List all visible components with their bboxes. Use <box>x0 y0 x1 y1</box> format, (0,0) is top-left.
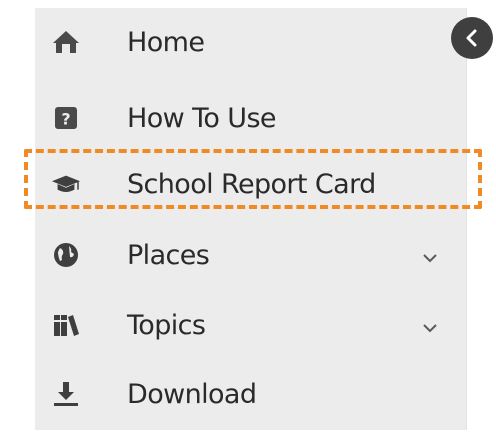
chevron-down-icon[interactable] <box>422 319 438 333</box>
chevron-down-icon[interactable] <box>422 249 438 263</box>
sidebar-item-places[interactable]: Places <box>35 223 466 287</box>
sidebar-item-label: School Report Card <box>127 168 376 200</box>
graduation-cap-icon <box>51 169 81 199</box>
sidebar-item-label: Topics <box>127 309 206 341</box>
collapse-sidebar-button[interactable] <box>451 17 493 59</box>
stage: Home ? How To Use School Report Card Pla… <box>0 0 496 434</box>
svg-text:?: ? <box>61 110 70 129</box>
globe-icon <box>51 240 81 270</box>
sidebar-item-school-report-card[interactable]: School Report Card <box>35 152 466 216</box>
sidebar-item-label: Places <box>127 239 210 271</box>
sidebar-item-label: Download <box>127 378 257 410</box>
sidebar-menu: Home ? How To Use School Report Card Pla… <box>35 8 467 430</box>
sidebar-item-label: Home <box>127 26 205 58</box>
sidebar-item-label: How To Use <box>127 102 277 134</box>
sidebar-item-home[interactable]: Home <box>35 10 466 74</box>
sidebar-item-topics[interactable]: Topics <box>35 293 466 357</box>
books-icon <box>51 310 81 340</box>
download-icon <box>51 379 81 409</box>
home-icon <box>51 27 81 57</box>
chevron-left-icon <box>465 29 479 47</box>
question-icon: ? <box>51 103 81 133</box>
sidebar-item-how-to-use[interactable]: ? How To Use <box>35 86 466 150</box>
sidebar-item-download[interactable]: Download <box>35 362 466 426</box>
